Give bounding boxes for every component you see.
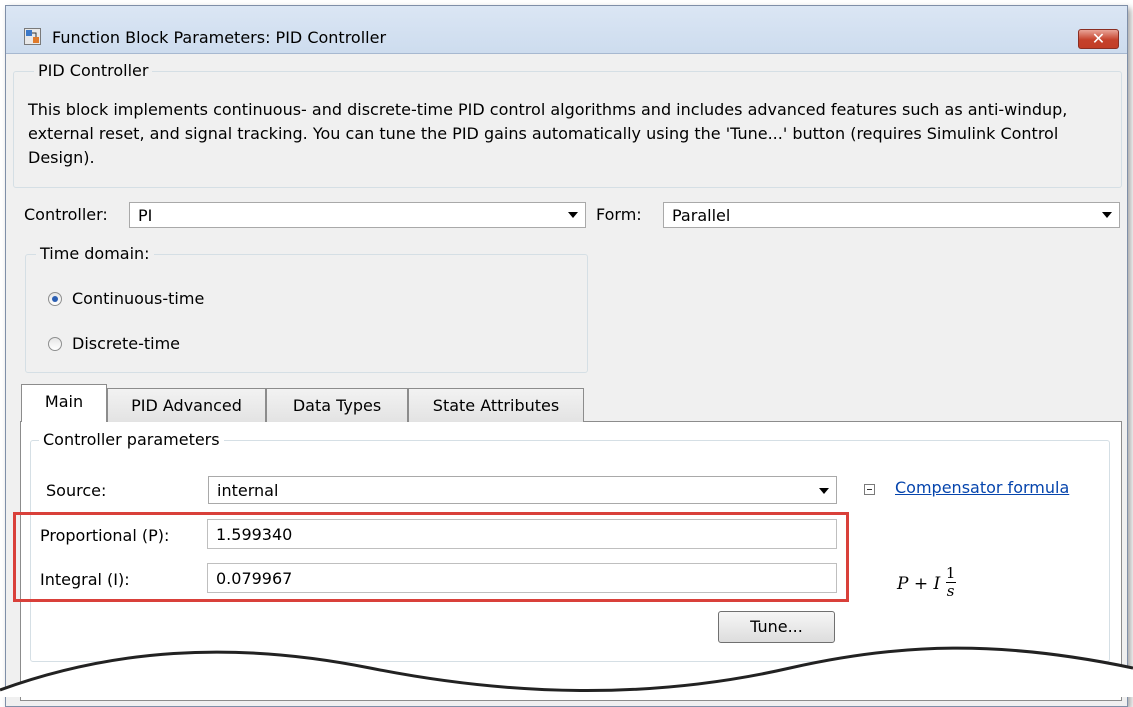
continuous-time-radio[interactable] [48, 292, 62, 306]
time-domain-group [25, 254, 588, 373]
gain-highlight-box [13, 512, 849, 602]
simulink-block-icon [24, 28, 41, 45]
form-dropdown[interactable]: Parallel [663, 202, 1120, 228]
formula-denominator: s [946, 582, 955, 600]
window-title: Function Block Parameters: PID Controlle… [52, 28, 387, 47]
discrete-time-label[interactable]: Discrete-time [72, 334, 180, 353]
close-button[interactable]: ✕ [1078, 29, 1119, 49]
formula-main: P + I [897, 574, 941, 594]
chevron-down-icon [1102, 212, 1112, 218]
time-domain-label: Time domain: [36, 244, 154, 263]
tune-button[interactable]: Tune... [718, 611, 835, 643]
block-description: This block implements continuous- and di… [28, 100, 1068, 167]
controller-value: PI [138, 206, 153, 225]
block-group-label: PID Controller [34, 61, 153, 80]
formula-numerator: 1 [945, 564, 956, 582]
tab-pid-advanced[interactable]: PID Advanced [107, 388, 266, 422]
tab-data-types[interactable]: Data Types [266, 388, 408, 422]
compensator-formula: P + I 1 s [897, 564, 956, 602]
tab-state-attributes[interactable]: State Attributes [408, 388, 584, 422]
source-dropdown[interactable]: internal [208, 476, 837, 504]
controller-parameters-label: Controller parameters [39, 430, 224, 449]
close-icon: ✕ [1091, 29, 1106, 48]
collapse-icon[interactable] [864, 484, 875, 495]
tab-main[interactable]: Main [21, 384, 107, 422]
form-label: Form: [596, 205, 642, 224]
source-value: internal [217, 481, 279, 500]
form-value: Parallel [672, 206, 731, 225]
source-label: Source: [46, 481, 107, 500]
continuous-time-label[interactable]: Continuous-time [72, 289, 204, 308]
discrete-time-radio[interactable] [48, 337, 62, 351]
compensator-formula-link[interactable]: Compensator formula [895, 478, 1069, 497]
controller-label: Controller: [24, 205, 108, 224]
controller-dropdown[interactable]: PI [129, 202, 586, 228]
chevron-down-icon [819, 488, 829, 494]
title-bar[interactable]: Function Block Parameters: PID Controlle… [6, 6, 1127, 54]
chevron-down-icon [568, 212, 578, 218]
